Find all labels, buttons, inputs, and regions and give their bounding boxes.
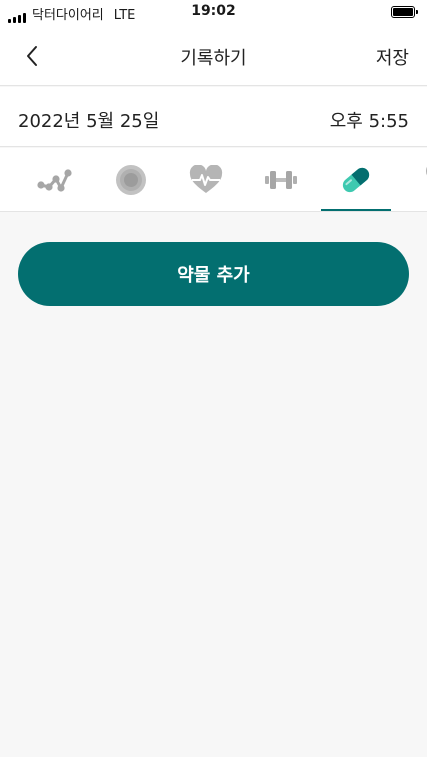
category-tab-bar — [0, 148, 427, 212]
heart-pulse-icon — [189, 165, 223, 193]
tab-blood-sugar[interactable] — [20, 148, 90, 211]
tab-target[interactable] — [96, 148, 166, 211]
status-bar: 닥터다이어리 LTE 19:02 — [0, 0, 427, 24]
target-circle-icon — [116, 165, 146, 195]
status-time: 19:02 — [191, 3, 236, 19]
tab-exercise[interactable] — [246, 148, 316, 211]
record-date[interactable]: 2022년 5월 25일 — [18, 107, 159, 133]
record-time[interactable]: 오후 5:55 — [330, 107, 409, 133]
datetime-row: 2022년 5월 25일 오후 5:55 — [0, 87, 427, 147]
blood-sugar-chart-icon — [37, 169, 72, 192]
tab-meal[interactable] — [396, 148, 427, 211]
battery-icon — [391, 6, 418, 18]
main-content: 약물 추가 — [0, 213, 427, 757]
nav-bar: 기록하기 저장 — [0, 24, 427, 86]
tab-heart-rate[interactable] — [171, 148, 241, 211]
save-button[interactable]: 저장 — [376, 44, 409, 70]
pill-icon — [342, 167, 370, 193]
add-medication-button[interactable]: 약물 추가 — [18, 242, 409, 306]
page-title: 기록하기 — [180, 48, 247, 69]
back-button[interactable] — [14, 38, 50, 74]
tab-medication[interactable] — [321, 148, 391, 211]
chevron-left-icon — [27, 46, 37, 66]
dumbbell-icon — [265, 171, 297, 189]
